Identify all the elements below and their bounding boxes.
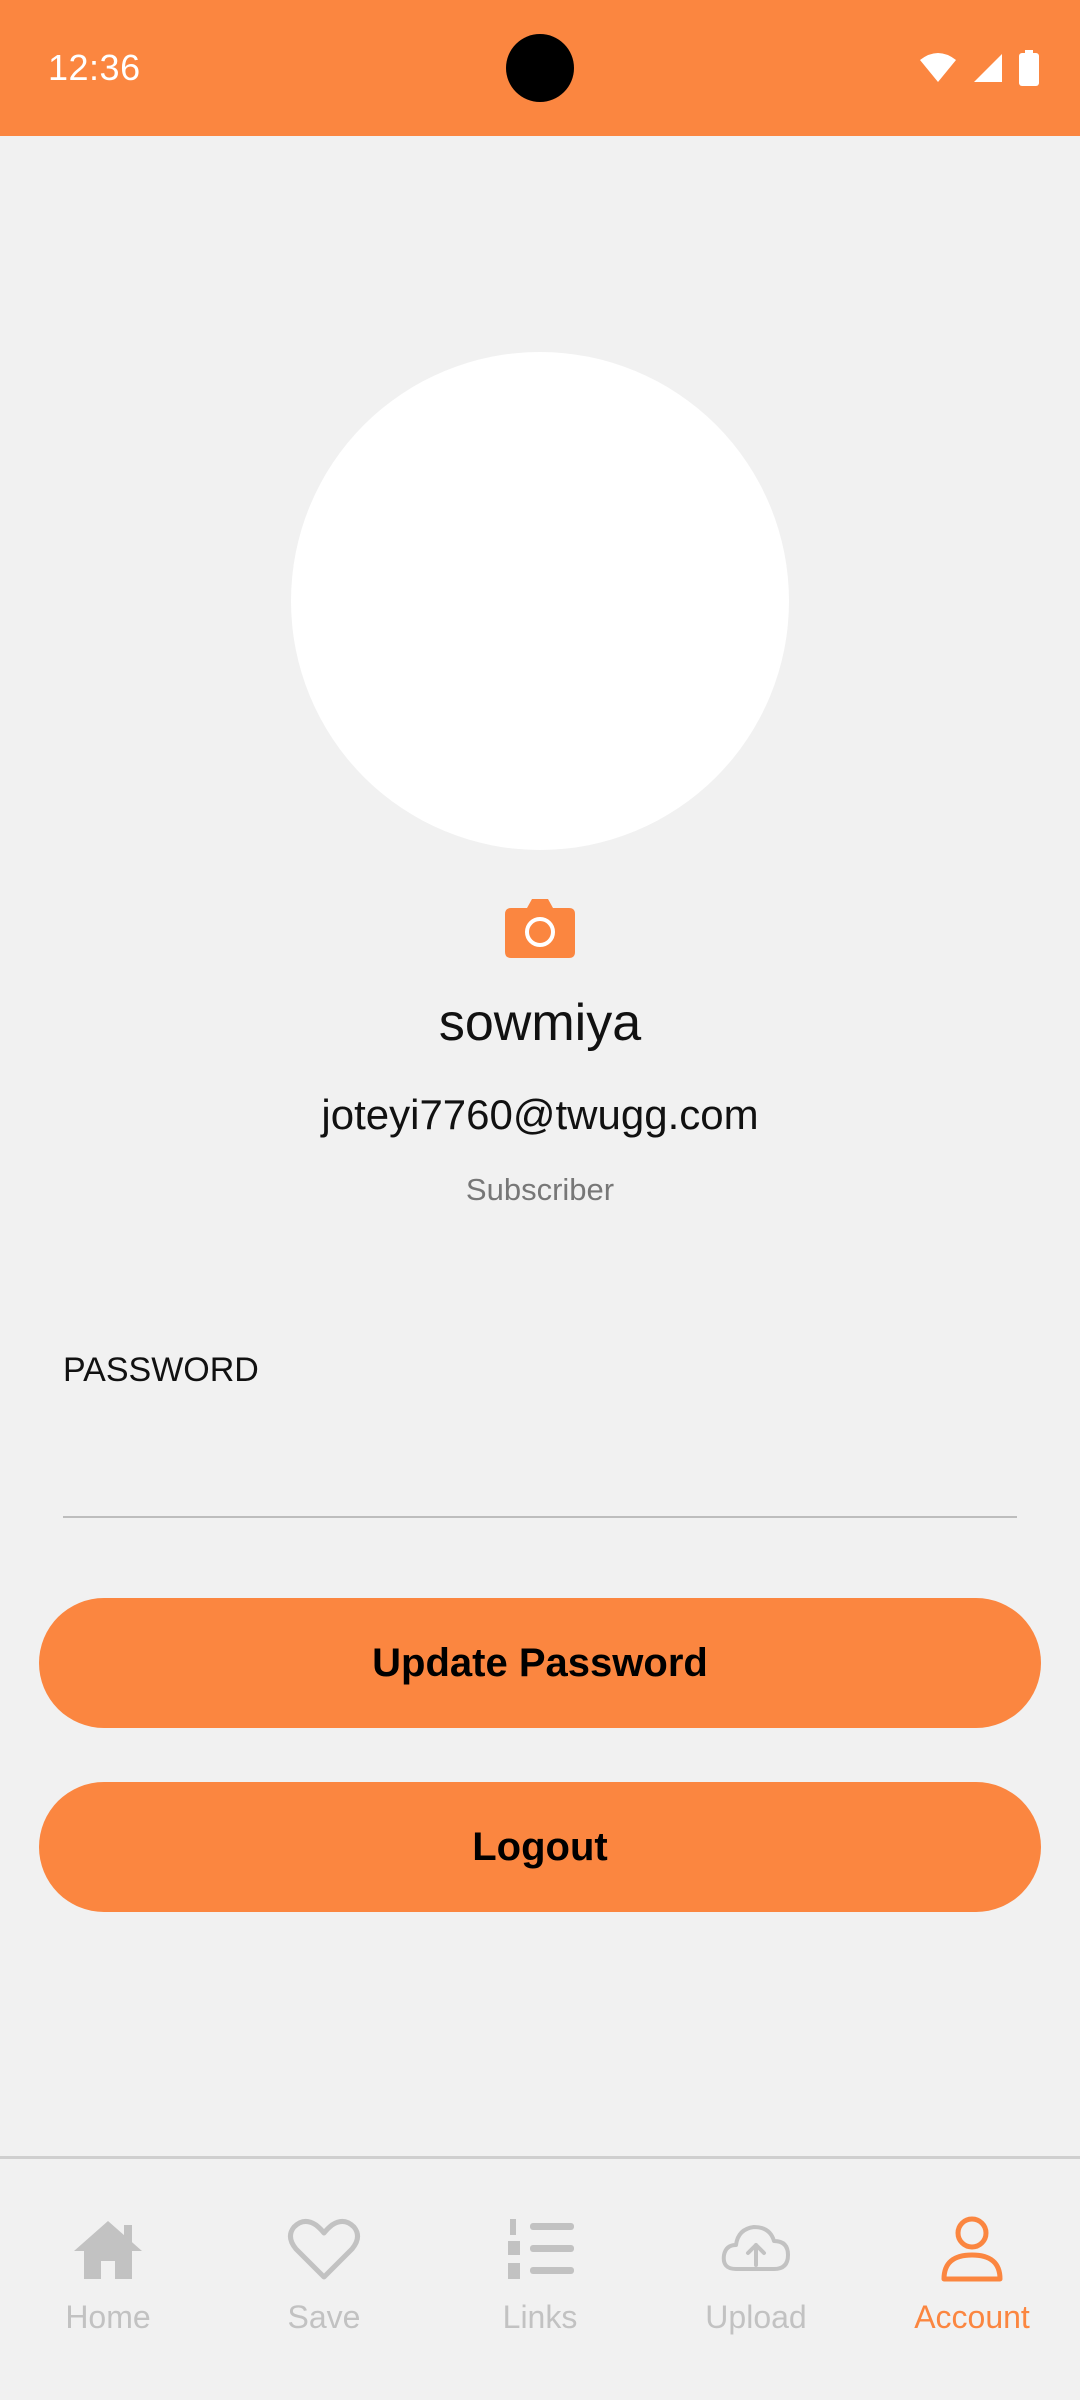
front-camera-cutout: [506, 34, 574, 102]
nav-label-links: Links: [502, 2299, 578, 2335]
home-icon: [74, 2221, 142, 2279]
password-label: PASSWORD: [63, 1351, 259, 1389]
camera-icon[interactable]: [505, 896, 575, 958]
nav-label-account: Account: [914, 2299, 1030, 2335]
battery-icon: [1019, 50, 1039, 86]
password-input[interactable]: [63, 1410, 1017, 1518]
bottom-nav: Home Save Links Upload Account: [0, 2156, 1080, 2400]
cloud-upload-icon: [721, 2225, 790, 2271]
heart-icon: [288, 2219, 360, 2280]
nav-item-links[interactable]: Links: [432, 2215, 648, 2365]
nav-item-upload[interactable]: Upload: [648, 2215, 864, 2365]
nav-label-save: Save: [287, 2299, 361, 2335]
nav-item-account[interactable]: Account: [864, 2215, 1080, 2365]
wifi-icon: [920, 53, 956, 82]
status-time: 12:36: [48, 47, 141, 88]
profile-name: sowmiya: [438, 994, 642, 1052]
nav-label-upload: Upload: [705, 2299, 807, 2335]
update-password-button[interactable]: Update Password: [39, 1598, 1041, 1728]
user-icon: [941, 2216, 1003, 2282]
nav-label-home: Home: [65, 2299, 151, 2335]
status-bar: 12:36: [0, 0, 1080, 136]
profile-email: joteyi7760@twugg.com: [321, 1091, 759, 1138]
nav-item-save[interactable]: Save: [216, 2215, 432, 2365]
list-icon: [508, 2219, 574, 2279]
avatar[interactable]: [291, 352, 789, 850]
profile-role: Subscriber: [465, 1172, 615, 1207]
logout-button[interactable]: Logout: [39, 1782, 1041, 1912]
status-icons: [918, 48, 1040, 88]
account-screen: 12:36 sowmiya joteyi7760@twugg.com Subsc…: [0, 0, 1080, 2400]
nav-item-home[interactable]: Home: [0, 2215, 216, 2365]
signal-icon: [974, 54, 1002, 82]
